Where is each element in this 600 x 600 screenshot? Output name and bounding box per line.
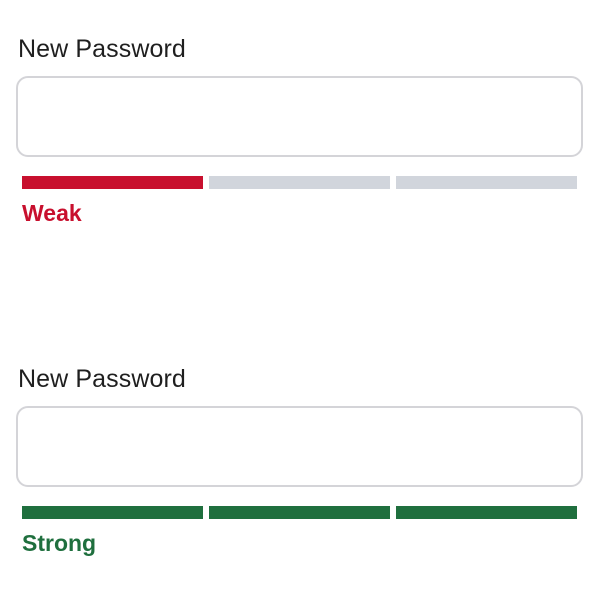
password-field-weak: New Password Weak	[16, 34, 583, 227]
password-strength-meter	[22, 506, 577, 519]
new-password-label: New Password	[18, 365, 186, 393]
password-field-strong: New Password Strong	[16, 364, 583, 557]
new-password-label: New Password	[18, 35, 186, 63]
strength-segment-2	[209, 506, 390, 519]
new-password-input[interactable]	[16, 76, 583, 157]
password-strength-meter	[22, 176, 577, 189]
strength-segment-3	[396, 176, 577, 189]
strength-segment-3	[396, 506, 577, 519]
new-password-input[interactable]	[16, 406, 583, 487]
strength-label-weak: Weak	[22, 200, 82, 226]
strength-label-strong: Strong	[22, 530, 97, 556]
strength-segment-2	[209, 176, 390, 189]
strength-segment-1	[22, 176, 203, 189]
strength-segment-1	[22, 506, 203, 519]
